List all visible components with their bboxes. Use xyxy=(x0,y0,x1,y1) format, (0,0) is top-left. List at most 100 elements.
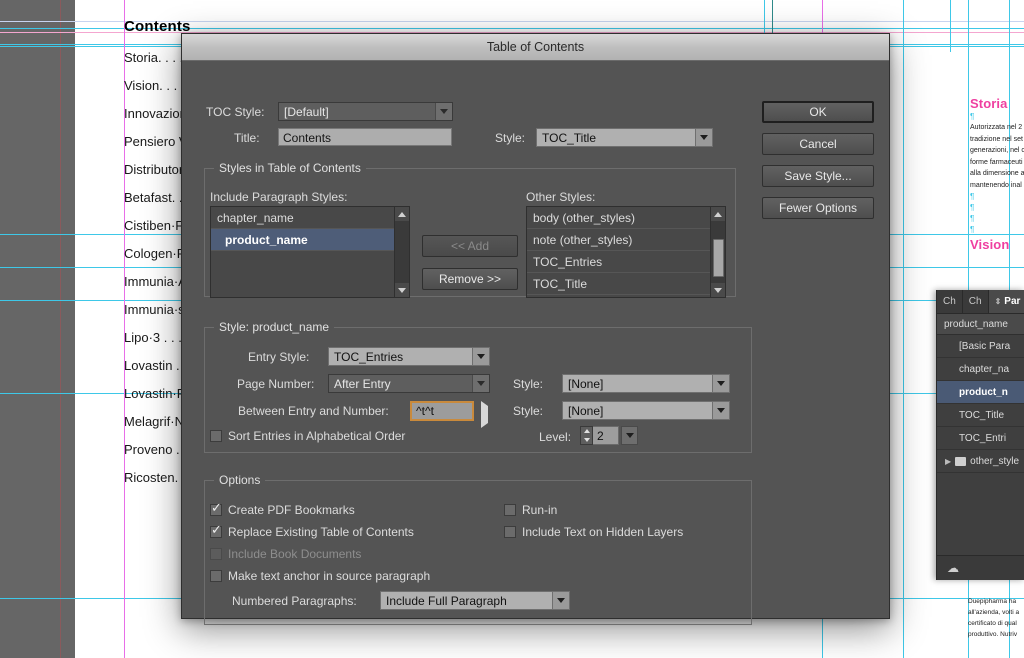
scroll-up-icon[interactable] xyxy=(711,207,725,221)
run-in-checkbox[interactable] xyxy=(504,504,516,516)
other-list-rows[interactable]: body (other_styles) note (other_styles) TO… xyxy=(527,207,725,295)
replace-existing-toc-row[interactable]: Replace Existing Table of Contents xyxy=(210,523,414,539)
scroll-down-icon[interactable] xyxy=(711,283,725,297)
page-number-style-select[interactable]: [None] xyxy=(562,374,730,393)
level-stepper[interactable]: 2 xyxy=(580,426,638,445)
panel-tab-ch2[interactable]: Ch xyxy=(962,290,989,313)
chevron-down-icon[interactable] xyxy=(695,129,712,146)
level-value[interactable]: 2 xyxy=(593,426,619,445)
guide-vertical[interactable] xyxy=(950,0,951,52)
entry-style-select[interactable]: TOC_Entries xyxy=(328,347,490,366)
scroll-down-icon[interactable] xyxy=(395,283,409,297)
guide-vertical[interactable] xyxy=(903,0,904,658)
toc-style-label: TOC Style: xyxy=(206,105,265,119)
chevron-down-icon[interactable] xyxy=(435,103,452,120)
toc-style-select[interactable]: [Default] xyxy=(278,102,453,121)
article-heading-vision: Vision xyxy=(970,237,1010,252)
paragraph-styles-panel[interactable]: Ch Ch ⇕ Par product_name [Basic Para chap… xyxy=(936,290,1024,580)
insert-special-character-icon[interactable] xyxy=(481,401,488,428)
include-list-rows[interactable]: chapter_name product_name xyxy=(211,207,409,251)
panel-tab-ch1[interactable]: Ch xyxy=(937,290,963,313)
panel-tab-bar[interactable]: Ch Ch ⇕ Par xyxy=(937,290,1024,314)
title-input[interactable]: Contents xyxy=(278,128,452,146)
ok-button[interactable]: OK xyxy=(762,101,874,123)
between-style-select[interactable]: [None] xyxy=(562,401,730,420)
panel-style-row-label: other_style xyxy=(970,455,1020,467)
panel-style-list[interactable]: [Basic Para chapter_na product_n TOC_Title T… xyxy=(937,335,1024,473)
chevron-down-icon[interactable] xyxy=(552,592,569,609)
chevron-down-icon[interactable] xyxy=(472,375,489,392)
include-hidden-layers-checkbox[interactable] xyxy=(504,526,516,538)
updown-arrows-icon: ⇕ xyxy=(994,297,1002,306)
include-list-item[interactable]: product_name xyxy=(211,229,409,251)
styles-in-toc-group-title: Styles in Table of Contents xyxy=(214,161,366,175)
chevron-down-icon[interactable] xyxy=(712,375,729,392)
chevron-down-icon[interactable] xyxy=(472,348,489,365)
page-number-style-label: Style: xyxy=(513,377,544,391)
run-in-row[interactable]: Run-in xyxy=(504,503,557,517)
include-book-documents-row: Include Book Documents xyxy=(210,547,361,561)
chevron-down-icon[interactable] xyxy=(712,402,729,419)
article-line: produttivo. Nutriv xyxy=(968,631,1018,638)
style-detail-group-title: Style: product_name xyxy=(214,320,335,334)
panel-tab-label: Ch xyxy=(943,296,956,307)
title-style-select[interactable]: TOC_Title xyxy=(536,128,713,147)
cloud-icon[interactable]: ☁ xyxy=(947,561,959,575)
replace-existing-toc-label: Replace Existing Table of Contents xyxy=(228,525,414,539)
cancel-button[interactable]: Cancel xyxy=(762,133,874,155)
other-styles-scrollbar[interactable] xyxy=(710,207,725,297)
scroll-up-icon[interactable] xyxy=(395,207,409,221)
make-text-anchor-checkbox[interactable] xyxy=(210,570,222,582)
between-style-value: [None] xyxy=(568,403,604,418)
sort-entries-checkbox[interactable] xyxy=(210,430,222,442)
include-paragraph-styles-list[interactable]: chapter_name product_name xyxy=(210,206,410,298)
panel-style-row[interactable]: chapter_na xyxy=(937,358,1024,381)
article-line: alla dimensione a xyxy=(970,170,1024,177)
include-list-scrollbar[interactable] xyxy=(394,207,409,297)
dialog-titlebar[interactable]: Table of Contents xyxy=(182,34,889,61)
other-list-item[interactable]: TOC_Entries xyxy=(527,251,725,273)
panel-style-row[interactable]: product_n xyxy=(937,381,1024,404)
other-list-item[interactable]: TOC_Title xyxy=(527,273,725,295)
numbered-paragraphs-select[interactable]: Include Full Paragraph xyxy=(380,591,570,610)
article-line: certificato di qual xyxy=(968,620,1017,627)
between-entry-and-number-input[interactable]: ^t^t xyxy=(410,401,474,421)
disclosure-triangle-icon[interactable]: ▶ xyxy=(945,457,951,466)
chevron-down-icon[interactable] xyxy=(621,426,638,445)
panel-tab-paragraph-styles[interactable]: ⇕ Par xyxy=(988,290,1024,313)
create-pdf-bookmarks-checkbox[interactable] xyxy=(210,501,222,516)
page-number-select[interactable]: After Entry xyxy=(328,374,490,393)
other-styles-list[interactable]: body (other_styles) note (other_styles) TO… xyxy=(526,206,726,298)
panel-current-style: product_name xyxy=(937,314,1024,335)
panel-style-row[interactable]: ▶ other_style xyxy=(937,450,1024,473)
article-line: forme farmaceuti xyxy=(970,158,1023,166)
include-paragraph-styles-label: Include Paragraph Styles: xyxy=(210,190,348,204)
other-list-item[interactable]: body (other_styles) xyxy=(527,207,725,229)
include-list-item[interactable]: chapter_name xyxy=(211,207,409,229)
panel-style-row-label: TOC_Title xyxy=(959,409,1005,421)
guide-vertical[interactable] xyxy=(822,0,823,34)
add-button[interactable]: << Add xyxy=(422,235,518,257)
title-style-label: Style: xyxy=(495,131,526,145)
run-in-label: Run-in xyxy=(522,503,558,517)
include-hidden-layers-row[interactable]: Include Text on Hidden Layers xyxy=(504,525,683,539)
folder-icon xyxy=(955,456,967,466)
level-spinner-arrows-icon[interactable] xyxy=(580,426,593,445)
other-list-item[interactable]: note (other_styles) xyxy=(527,229,725,251)
create-pdf-bookmarks-row[interactable]: Create PDF Bookmarks xyxy=(210,501,355,517)
dialog-title: Table of Contents xyxy=(486,40,585,54)
save-style-button[interactable]: Save Style... xyxy=(762,165,874,187)
make-text-anchor-row[interactable]: Make text anchor in source paragraph xyxy=(210,569,430,583)
panel-style-row[interactable]: [Basic Para xyxy=(937,335,1024,358)
panel-footer[interactable]: ☁ xyxy=(937,555,1024,580)
remove-button[interactable]: Remove >> xyxy=(422,268,518,290)
panel-style-row[interactable]: TOC_Title xyxy=(937,404,1024,427)
fewer-options-button[interactable]: Fewer Options xyxy=(762,197,874,219)
panel-style-row[interactable]: TOC_Entri xyxy=(937,427,1024,450)
replace-existing-toc-checkbox[interactable] xyxy=(210,523,222,538)
title-style-value: TOC_Title xyxy=(542,130,597,145)
sort-entries-checkbox-row[interactable]: Sort Entries in Alphabetical Order xyxy=(210,429,405,443)
scrollbar-thumb[interactable] xyxy=(713,239,724,277)
panel-style-row-label: chapter_na xyxy=(959,363,1010,375)
table-of-contents-dialog[interactable]: Table of Contents TOC Style: [Default] T… xyxy=(181,33,890,625)
